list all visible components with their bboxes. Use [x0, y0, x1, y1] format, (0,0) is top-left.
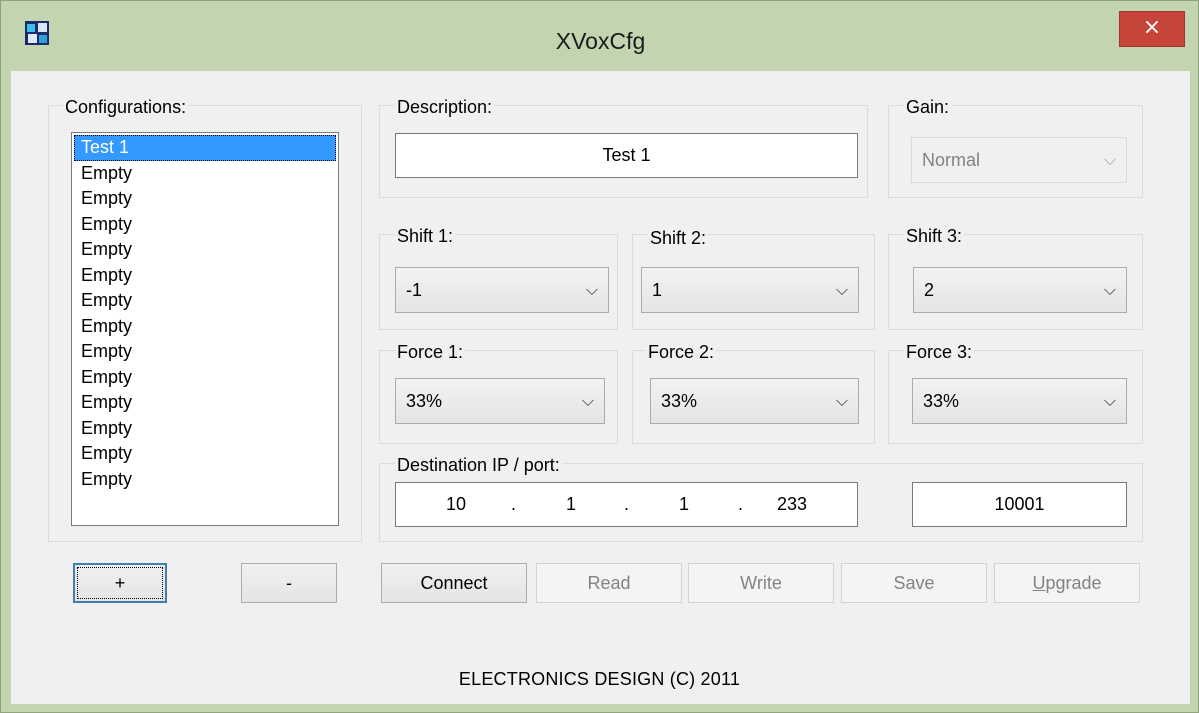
- configurations-label: Configurations:: [63, 97, 189, 118]
- upgrade-button[interactable]: Upgrade: [994, 563, 1140, 603]
- write-button[interactable]: Write: [688, 563, 834, 603]
- force-2-label: Force 2:: [646, 342, 717, 363]
- chevron-down-icon: ⌵: [1103, 150, 1116, 169]
- shift-2-label: Shift 2:: [648, 228, 709, 249]
- main-window: XVoxCfg × Configurations: Test 1 Empty Emp…: [0, 0, 1199, 713]
- force-2-select[interactable]: 33% ⌵: [650, 378, 859, 424]
- list-item[interactable]: Empty: [74, 339, 336, 365]
- configurations-list[interactable]: Test 1 Empty Empty Empty Empty Empty Empty Empt…: [71, 132, 339, 526]
- read-button[interactable]: Read: [536, 563, 682, 603]
- force-3-label: Force 3:: [904, 342, 975, 363]
- ip-dot-3: .: [738, 494, 744, 514]
- list-item[interactable]: Empty: [74, 390, 336, 416]
- ip-dot-1: .: [511, 494, 517, 514]
- force-3-select[interactable]: 33% ⌵: [912, 378, 1127, 424]
- ip-octet-4: 233: [777, 494, 808, 514]
- chevron-down-icon: ⌵: [1103, 391, 1116, 410]
- footer-copyright: ELECTRONICS DESIGN (C) 2011: [458, 669, 741, 689]
- force-3-value: 33%: [923, 391, 960, 411]
- chevron-down-icon: ⌵: [835, 280, 848, 299]
- list-item[interactable]: Empty: [74, 161, 336, 187]
- destination-label: Destination IP / port:: [395, 455, 562, 476]
- remove-config-button[interactable]: -: [241, 563, 337, 603]
- close-icon: ×: [1142, 15, 1162, 40]
- ip-address-input[interactable]: 10 . 1 . 1 . 233: [395, 482, 858, 527]
- shift-3-label: Shift 3:: [904, 226, 965, 247]
- description-input[interactable]: Test 1: [395, 133, 858, 178]
- list-item[interactable]: Empty: [74, 365, 336, 391]
- window-title: XVoxCfg: [555, 28, 646, 54]
- shift-3-value: 2: [924, 280, 935, 300]
- force-1-label: Force 1:: [395, 342, 466, 363]
- ip-octet-1: 10: [446, 494, 467, 514]
- list-item[interactable]: Empty: [74, 467, 336, 493]
- ip-octet-2: 1: [566, 494, 577, 514]
- add-config-label: +: [77, 567, 163, 599]
- list-item[interactable]: Test 1: [74, 135, 336, 161]
- shift-1-select[interactable]: -1 ⌵: [395, 267, 609, 313]
- shift-2-value: 1: [652, 280, 663, 300]
- port-input[interactable]: 10001: [912, 482, 1127, 527]
- list-item[interactable]: Empty: [74, 441, 336, 467]
- shift-1-value: -1: [406, 280, 423, 300]
- chevron-down-icon: ⌵: [835, 391, 848, 410]
- chevron-down-icon: ⌵: [1103, 280, 1116, 299]
- force-1-value: 33%: [406, 391, 443, 411]
- description-label: Description:: [395, 97, 495, 118]
- close-button[interactable]: ×: [1119, 11, 1185, 47]
- gain-value: Normal: [922, 150, 981, 170]
- shift-3-select[interactable]: 2 ⌵: [913, 267, 1127, 313]
- list-item[interactable]: Empty: [74, 288, 336, 314]
- gain-label: Gain:: [904, 97, 952, 118]
- list-item[interactable]: Empty: [74, 186, 336, 212]
- force-1-select[interactable]: 33% ⌵: [395, 378, 605, 424]
- shift-1-label: Shift 1:: [395, 226, 456, 247]
- add-config-button[interactable]: +: [73, 563, 167, 603]
- ip-dot-2: .: [624, 494, 630, 514]
- list-item[interactable]: Empty: [74, 263, 336, 289]
- list-item[interactable]: Empty: [74, 237, 336, 263]
- connect-button[interactable]: Connect: [381, 563, 527, 603]
- chevron-down-icon: ⌵: [585, 280, 598, 299]
- title-bar[interactable]: XVoxCfg ×: [1, 1, 1199, 71]
- list-item[interactable]: Empty: [74, 212, 336, 238]
- list-item[interactable]: Empty: [74, 416, 336, 442]
- ip-octet-3: 1: [679, 494, 690, 514]
- save-button[interactable]: Save: [841, 563, 987, 603]
- shift-2-select[interactable]: 1 ⌵: [641, 267, 859, 313]
- list-item[interactable]: Empty: [74, 314, 336, 340]
- chevron-down-icon: ⌵: [581, 391, 594, 410]
- force-2-value: 33%: [661, 391, 698, 411]
- gain-select[interactable]: Normal ⌵: [911, 137, 1127, 183]
